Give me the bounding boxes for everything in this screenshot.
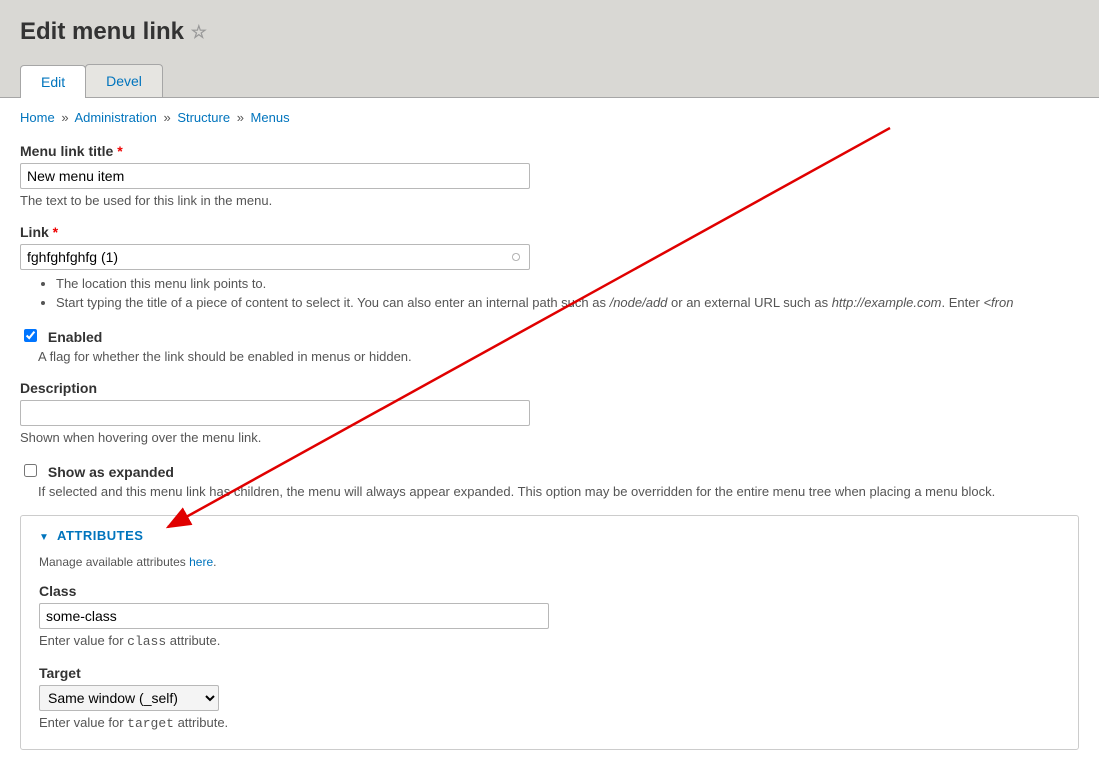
link-help-2-mid: or an external URL such as: [667, 295, 831, 310]
target-help: Enter value for target attribute.: [39, 715, 1060, 731]
description-help: Shown when hovering over the menu link.: [20, 430, 1079, 445]
required-marker: *: [117, 143, 122, 159]
link-help-2-prefix: Start typing the title of a piece of con…: [56, 295, 610, 310]
link-input[interactable]: [20, 244, 530, 270]
link-help-2-em1: /node/add: [610, 295, 668, 310]
breadcrumb-menus[interactable]: Menus: [251, 110, 290, 125]
expanded-checkbox[interactable]: [24, 464, 37, 477]
class-help-code: class: [127, 634, 166, 649]
breadcrumb-home[interactable]: Home: [20, 110, 55, 125]
class-help: Enter value for class attribute.: [39, 633, 1060, 649]
link-label: Link *: [20, 224, 1079, 240]
link-help-list: The location this menu link points to. S…: [20, 276, 1079, 310]
page-title: Edit menu link ☆: [20, 18, 1079, 46]
link-help-2-suffix: . Enter: [942, 295, 984, 310]
attributes-fieldset: ▼ ATTRIBUTES Manage available attributes…: [20, 515, 1079, 750]
target-help-prefix: Enter value for: [39, 715, 127, 730]
expanded-help: If selected and this menu link has child…: [38, 484, 1079, 499]
enabled-help: A flag for whether the link should be en…: [38, 349, 1079, 364]
target-label: Target: [39, 665, 1060, 681]
breadcrumb-separator: »: [61, 110, 68, 125]
manage-prefix: Manage available attributes: [39, 555, 189, 569]
title-help: The text to be used for this link in the…: [20, 193, 1079, 208]
tab-devel[interactable]: Devel: [85, 64, 163, 97]
class-label: Class: [39, 583, 1060, 599]
attributes-summary[interactable]: ▼ ATTRIBUTES: [21, 516, 1078, 555]
class-input[interactable]: [39, 603, 549, 629]
form-item-target: Target Same window (_self) Enter value f…: [39, 665, 1060, 731]
attributes-body: Manage available attributes here. Class …: [21, 555, 1078, 749]
breadcrumb-separator: »: [237, 110, 244, 125]
link-help-1: The location this menu link points to.: [56, 276, 1079, 291]
breadcrumb-structure[interactable]: Structure: [177, 110, 230, 125]
target-help-suffix: attribute.: [174, 715, 228, 730]
title-input[interactable]: [20, 163, 530, 189]
link-help-2: Start typing the title of a piece of con…: [56, 295, 1079, 310]
description-label: Description: [20, 380, 1079, 396]
breadcrumb-administration[interactable]: Administration: [74, 110, 156, 125]
page-title-text: Edit menu link: [20, 18, 184, 45]
form-item-enabled: Enabled A flag for whether the link shou…: [20, 326, 1079, 364]
primary-tabs: Edit Devel: [20, 64, 1079, 97]
description-input[interactable]: [20, 400, 530, 426]
header-region: Edit menu link ☆ Edit Devel: [0, 0, 1099, 98]
form-item-link: Link * The location this menu link point…: [20, 224, 1079, 310]
tab-edit[interactable]: Edit: [20, 65, 86, 98]
star-icon[interactable]: ☆: [191, 22, 207, 42]
link-label-text: Link: [20, 224, 49, 240]
title-label-text: Menu link title: [20, 143, 113, 159]
manage-attributes-link[interactable]: here: [189, 555, 213, 569]
class-help-prefix: Enter value for: [39, 633, 127, 648]
form-item-description: Description Shown when hovering over the…: [20, 380, 1079, 445]
manage-attributes-text: Manage available attributes here.: [39, 555, 1060, 569]
triangle-down-icon: ▼: [39, 532, 49, 543]
expanded-label: Show as expanded: [48, 464, 174, 480]
required-marker: *: [53, 224, 58, 240]
link-help-2-em3: <fron: [983, 295, 1013, 310]
breadcrumb-separator: »: [163, 110, 170, 125]
content-region: Home » Administration » Structure » Menu…: [0, 98, 1099, 770]
attributes-heading-text: ATTRIBUTES: [57, 528, 143, 543]
enabled-label: Enabled: [48, 329, 102, 345]
title-label: Menu link title *: [20, 143, 1079, 159]
link-help-2-em2: http://example.com: [832, 295, 942, 310]
target-select[interactable]: Same window (_self): [39, 685, 219, 711]
target-help-code: target: [127, 716, 174, 731]
breadcrumb: Home » Administration » Structure » Menu…: [20, 110, 1079, 125]
form-item-class: Class Enter value for class attribute.: [39, 583, 1060, 649]
form-item-title: Menu link title * The text to be used fo…: [20, 143, 1079, 208]
enabled-checkbox[interactable]: [24, 329, 37, 342]
class-help-suffix: attribute.: [166, 633, 220, 648]
form-item-expanded: Show as expanded If selected and this me…: [20, 461, 1079, 499]
